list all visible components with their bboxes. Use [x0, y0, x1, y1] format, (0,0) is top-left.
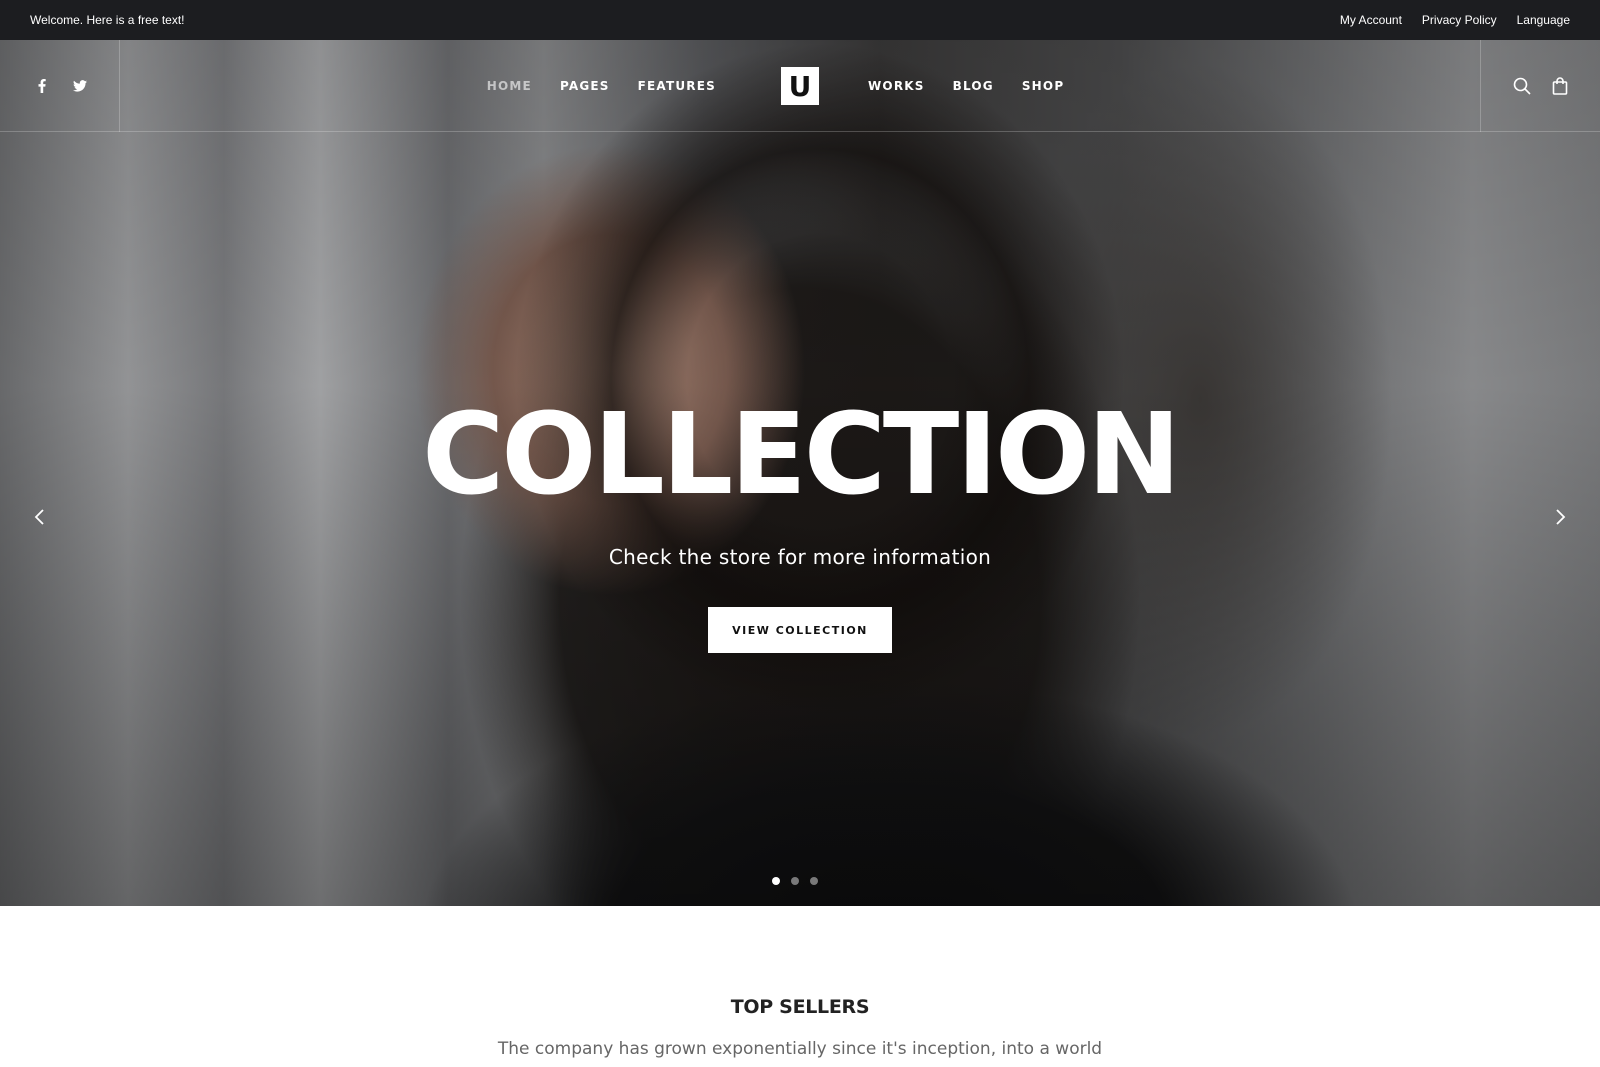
- top-links: My Account Privacy Policy Language: [1340, 13, 1570, 27]
- top-sellers-title: TOP SELLERS: [730, 996, 870, 1018]
- slider-dot-2[interactable]: [791, 877, 799, 885]
- slider-dot-3[interactable]: [810, 877, 818, 885]
- header-tools: [1480, 40, 1600, 132]
- slider-next-arrow-icon[interactable]: [1549, 505, 1573, 529]
- nav-home[interactable]: HOME: [487, 79, 532, 93]
- shopping-bag-icon[interactable]: [1550, 76, 1570, 96]
- language-link[interactable]: Language: [1517, 13, 1570, 27]
- nav-blog[interactable]: BLOG: [953, 79, 994, 93]
- slider-prev-arrow-icon[interactable]: [27, 505, 51, 529]
- search-icon[interactable]: [1512, 76, 1532, 96]
- welcome-text: Welcome. Here is a free text!: [30, 13, 185, 27]
- privacy-policy-link[interactable]: Privacy Policy: [1422, 13, 1497, 27]
- nav-works[interactable]: WORKS: [868, 79, 925, 93]
- nav-shop[interactable]: SHOP: [1022, 79, 1064, 93]
- top-bar: Welcome. Here is a free text! My Account…: [0, 0, 1600, 40]
- twitter-icon[interactable]: [72, 78, 88, 94]
- site-logo[interactable]: U: [781, 67, 819, 105]
- hero-title: COLLECTION: [422, 390, 1181, 520]
- my-account-link[interactable]: My Account: [1340, 13, 1402, 27]
- main-menu-right: WORKS BLOG SHOP: [868, 40, 1064, 132]
- nav-pages[interactable]: PAGES: [560, 79, 610, 93]
- social-links: [0, 39, 120, 132]
- hero-subtitle: Check the store for more information: [608, 545, 992, 569]
- slider-dot-1[interactable]: [772, 877, 780, 885]
- slider-dots: [772, 877, 818, 885]
- view-collection-button[interactable]: VIEW COLLECTION: [708, 607, 892, 653]
- nav-features[interactable]: FEATURES: [638, 79, 716, 93]
- main-menu-left: HOME PAGES FEATURES: [487, 40, 716, 132]
- main-header: HOME PAGES FEATURES U WORKS BLOG SHOP: [0, 39, 1600, 132]
- facebook-icon[interactable]: [34, 78, 50, 94]
- top-sellers-description: The company has grown exponentially sinc…: [497, 1039, 1103, 1059]
